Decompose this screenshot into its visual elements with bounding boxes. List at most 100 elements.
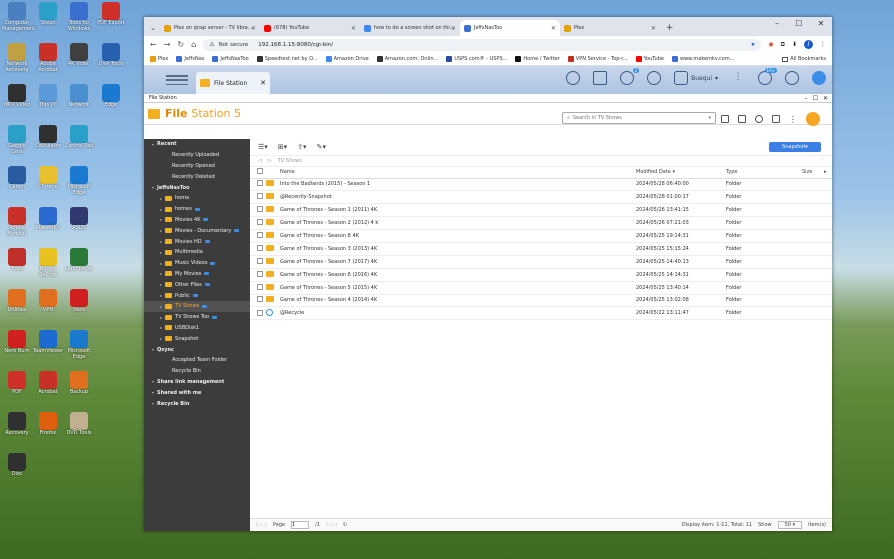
desktop-icon[interactable]: Computer Management <box>2 2 35 32</box>
bookmark-item[interactable]: YouTube <box>635 56 664 62</box>
bookmark-item[interactable]: USPS.com® - USPS... <box>446 56 507 62</box>
table-row[interactable]: Game of Thrones - Season 5 (2015) 4K 2024… <box>250 281 832 295</box>
sidebar-section[interactable]: ▾ JeffsNasToo <box>144 182 250 193</box>
desktop-icon[interactable]: DVD Tools <box>64 412 94 437</box>
profile-avatar[interactable]: J <box>804 40 813 49</box>
sidebar-folder[interactable]: ▸ Other Files <box>144 279 250 290</box>
expand-icon[interactable]: ▾ <box>152 185 154 190</box>
expand-icon[interactable]: ▸ <box>160 304 162 309</box>
desktop-icon[interactable]: Disc <box>2 453 32 478</box>
extension-icon[interactable]: ◉ <box>768 41 773 48</box>
table-row[interactable]: Into the Badlands (2015) - Season 1 2024/… <box>250 178 832 192</box>
bookmark-item[interactable]: Amazon Drive <box>325 56 369 62</box>
breadcrumb-path[interactable]: TV Shows <box>278 158 302 164</box>
desktop-icon[interactable]: Tools <box>2 248 32 273</box>
stack-icon[interactable] <box>593 71 608 85</box>
desktop-icon[interactable]: Edge <box>96 84 126 109</box>
sidebar-folder[interactable]: ▸ TV Shows Too <box>144 312 250 323</box>
browser-tab[interactable]: how to do a screen shot on thi... ✕ <box>360 20 460 36</box>
desktop-icon[interactable]: TeamViewer <box>33 330 63 355</box>
expand-icon[interactable]: ▸ <box>160 196 162 201</box>
bookmark-item[interactable]: Amazon.com: Onlin... <box>376 56 438 62</box>
col-modified[interactable]: Modified Date ▾ <box>636 167 726 179</box>
col-menu[interactable]: ▸ <box>824 167 832 179</box>
table-row[interactable]: Game of Thrones - Season 2 (2012) 4 k 202… <box>250 216 832 231</box>
sidebar-folder[interactable]: ▸ Multimedia <box>144 247 250 258</box>
desktop-icon[interactable]: ASUS <box>64 207 94 232</box>
expand-icon[interactable]: ▸ <box>160 315 162 320</box>
desktop-icon[interactable]: Backup <box>64 371 94 396</box>
maximize-button[interactable]: ☐ <box>788 17 810 31</box>
expand-icon[interactable]: ▾ <box>152 347 154 352</box>
desktop-icon[interactable]: Network <box>64 84 94 109</box>
row-checkbox[interactable] <box>257 244 263 251</box>
desktop-icon[interactable]: Norton Secure <box>33 248 63 278</box>
sidebar-folder[interactable]: ▸ USBDisk1 <box>144 323 250 334</box>
sidebar-item[interactable]: Accepted Team Folder <box>144 355 250 366</box>
desktop-icon[interactable]: This PC <box>33 84 63 109</box>
row-checkbox[interactable] <box>257 257 263 264</box>
sidebar-section[interactable]: ▾ Qsync <box>144 344 250 355</box>
desktop-icon[interactable]: Recovery <box>2 412 32 437</box>
browser-menu-icon[interactable]: ⋮ <box>820 41 826 48</box>
row-checkbox[interactable] <box>257 270 263 277</box>
expand-icon[interactable]: ▾ <box>152 379 154 384</box>
sidebar-folder[interactable]: ▸ My Movies <box>144 269 250 280</box>
close-tab-icon[interactable]: ✕ <box>251 25 256 32</box>
sidebar-item[interactable]: Recently Opened <box>144 161 250 172</box>
table-row[interactable]: Game of Thrones - Season 7 (2017) 4K 2024… <box>250 255 832 269</box>
page-input[interactable] <box>291 521 310 529</box>
sidebar-folder[interactable]: ▸ Movies - Documentary <box>144 225 250 236</box>
heart-icon[interactable]: ♡ <box>820 158 824 164</box>
media-icon[interactable] <box>738 115 746 123</box>
dashboard-icon[interactable]: 10+ <box>758 68 777 85</box>
desktop-icon[interactable]: Adobe Acrobat <box>33 43 63 73</box>
star-icon[interactable]: ★ <box>750 42 755 48</box>
desktop-icon[interactable]: PDF <box>2 371 32 396</box>
expand-icon[interactable]: ▸ <box>160 282 162 287</box>
sidebar-folder[interactable]: ▸ Music Videos <box>144 258 250 269</box>
expand-icon[interactable]: ▸ <box>160 239 162 244</box>
home-button[interactable]: ⌂ <box>191 40 196 49</box>
row-checkbox[interactable] <box>257 219 263 226</box>
desktop-icon[interactable]: Land Rover <box>64 248 94 273</box>
reload-button[interactable]: ↻ <box>177 40 184 49</box>
close-tab-icon[interactable]: ✕ <box>451 25 456 32</box>
bookmark-item[interactable]: JeffsNasToo <box>212 56 249 62</box>
snapshot-button[interactable]: Snapshot ▾ <box>769 142 821 152</box>
close-tab-icon[interactable]: ✕ <box>551 25 556 32</box>
expand-icon[interactable]: ▸ <box>160 261 162 266</box>
crumb-forward[interactable]: ▷ <box>268 158 272 164</box>
table-row[interactable]: Game of Thrones - Season 4 (2014) 4K 2024… <box>250 294 832 308</box>
app-maximize[interactable]: ☐ <box>813 95 818 102</box>
app-minimize[interactable]: – <box>805 95 808 102</box>
desktop-icon[interactable]: Microsoft Edge <box>64 330 94 360</box>
filter-icon[interactable] <box>772 115 780 123</box>
table-row[interactable]: Game of Thrones - Season 1 (2011) 4K 2024… <box>250 203 832 218</box>
expand-icon[interactable]: ▸ <box>160 336 162 341</box>
sidebar-item[interactable]: Recently Uploaded <box>144 150 250 161</box>
search-icon[interactable] <box>566 71 581 85</box>
desktop-icon[interactable]: VPN <box>33 289 63 314</box>
desktop-icon[interactable]: Network Recovery <box>2 43 32 73</box>
more-icon[interactable]: ⋮ <box>731 71 745 85</box>
expand-icon[interactable]: ▾ <box>152 390 154 395</box>
desktop-icon[interactable]: Canon <box>2 166 32 191</box>
desktop-icon[interactable]: Nero <box>64 289 94 314</box>
sidebar-item[interactable]: Recycle Bin <box>144 366 250 377</box>
tools-icon[interactable]: ✎▾ <box>317 143 326 151</box>
desktop-icon[interactable]: Chrome <box>33 166 63 191</box>
app-close[interactable]: ✕ <box>823 95 828 102</box>
sidebar-item[interactable]: Recently Deleted <box>144 171 250 182</box>
desktop-icon[interactable]: Tools for Windows <box>64 2 94 32</box>
bookmark-item[interactable]: JeffsNas <box>176 56 204 62</box>
table-row[interactable]: Game of Thrones - Season 6 (2016) 4K 2024… <box>250 268 832 282</box>
desktop-icon[interactable]: 4K Video <box>64 43 94 68</box>
bookmark-item[interactable]: Speedtest.net by O... <box>256 56 318 62</box>
close-tab-icon[interactable]: ✕ <box>351 25 356 32</box>
bookmark-item[interactable]: Plex <box>150 56 168 62</box>
per-page-select[interactable]: 50 ▾ <box>777 521 803 529</box>
table-row[interactable]: @Recycle 2024/05/22 13:11:47 Folder <box>250 306 832 321</box>
close-app-icon[interactable]: ✕ <box>260 79 266 87</box>
row-checkbox[interactable] <box>257 232 263 238</box>
